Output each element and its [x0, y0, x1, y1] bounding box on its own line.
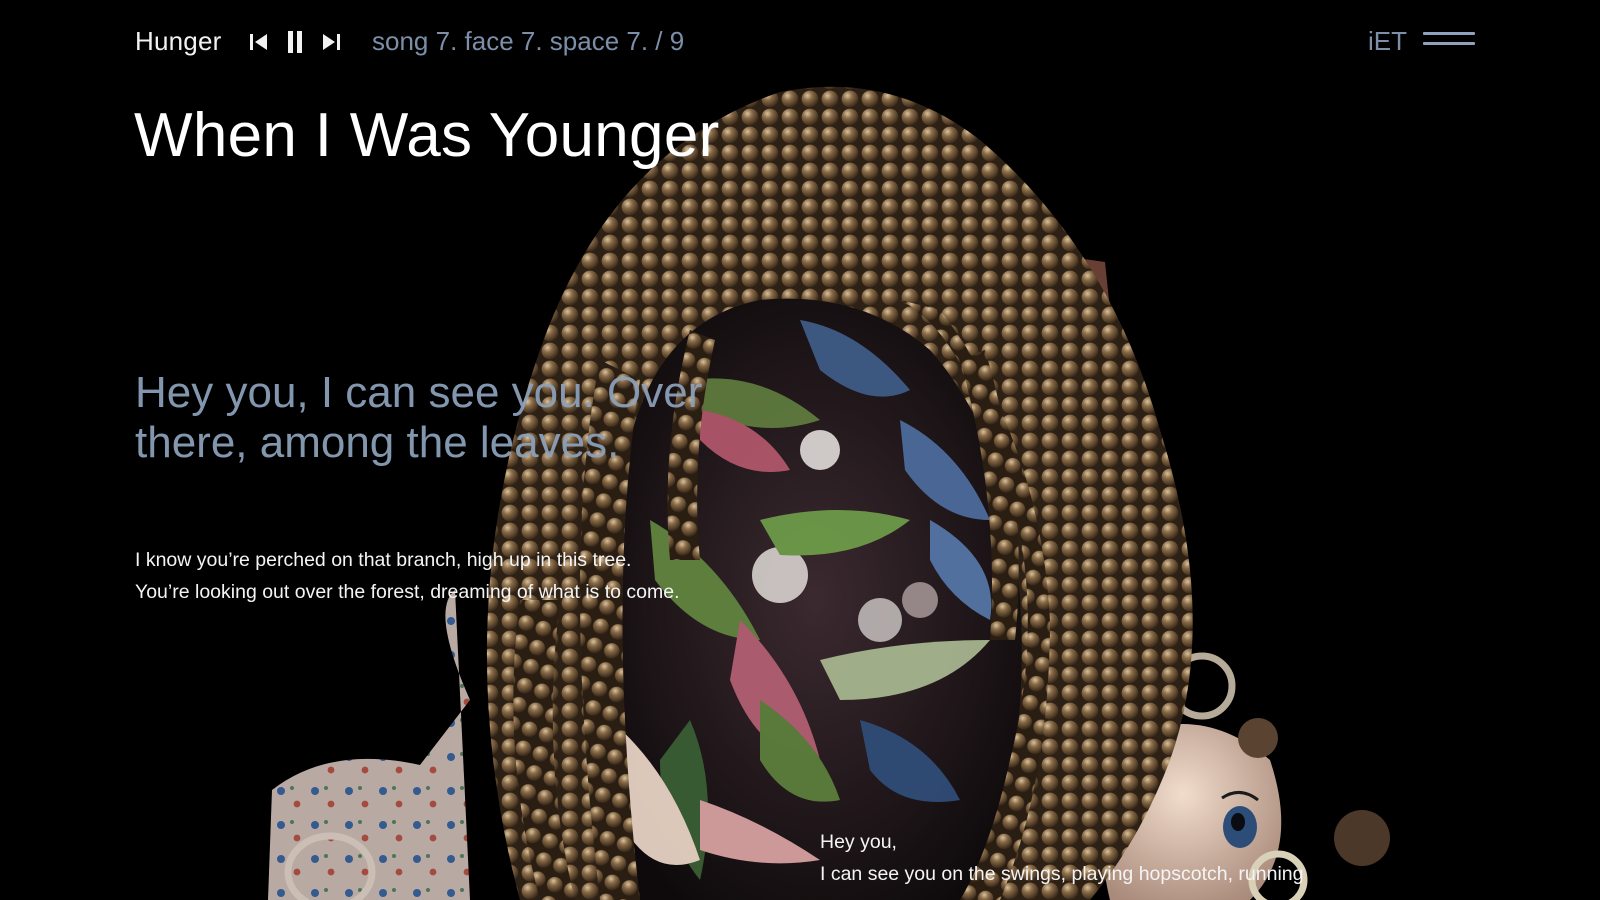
bottom-line: Hey you,	[820, 831, 897, 853]
skip-previous-icon[interactable]	[247, 28, 271, 56]
page-title: When I Was Younger	[134, 101, 720, 170]
bottom-text: Hey you, I can see you on the swings, pl…	[820, 826, 1303, 890]
body-text: I know you’re perched on that branch, hi…	[135, 544, 680, 608]
body-line: I know you’re perched on that branch, hi…	[135, 549, 632, 571]
page: When I Was Younger Hunger song 7. face 7…	[0, 0, 1600, 900]
hamburger-menu-icon[interactable]	[1423, 30, 1475, 50]
body-line: You’re looking out over the forest, drea…	[135, 581, 680, 603]
pause-icon[interactable]	[283, 28, 307, 56]
lead-text: Hey you, I can see you. Over there, amon…	[135, 368, 703, 467]
skip-next-icon[interactable]	[319, 28, 343, 56]
player-bar: Hunger song 7. face 7. space 7. / 9 iET	[135, 22, 1475, 62]
brand-logo[interactable]: iET	[1368, 26, 1407, 57]
location-indicator: song 7. face 7. space 7. / 9	[372, 26, 685, 56]
track-name[interactable]: Hunger	[135, 26, 221, 57]
bottom-line: I can see you on the swings, playing hop…	[820, 863, 1304, 885]
